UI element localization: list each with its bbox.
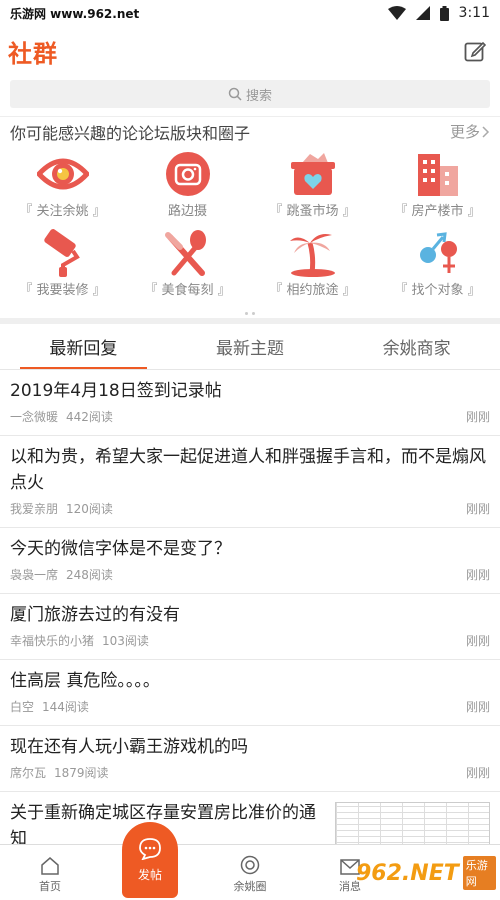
watermark-sub: 乐游网	[462, 856, 496, 890]
post-title: 现在还有人玩小霸王游戏机的吗	[10, 737, 248, 757]
list-item[interactable]: 以和为贵，希望大家一起促进道人和胖强握手言和，而不是煽风点火 我爱亲朋 120阅读…	[0, 436, 500, 528]
forum-item-real-estate[interactable]: 『 房产楼市 』	[375, 146, 500, 225]
chat-bubble-icon	[139, 837, 161, 860]
nav-yuyao-circle[interactable]: 余姚圈	[200, 845, 300, 900]
forum-item-travel[interactable]: 『 相约旅途 』	[250, 225, 375, 304]
post-author: 白空	[10, 700, 35, 714]
forum-item-label: 『 我要装修 』	[19, 283, 106, 298]
wifi-icon	[387, 6, 406, 20]
post-title: 以和为贵，希望大家一起促进道人和胖强握手言和，而不是煽风点火	[10, 447, 486, 493]
watermark: 962.NET 乐游网	[356, 848, 496, 898]
forum-item-dating[interactable]: 『 找个对象 』	[375, 225, 500, 304]
search-icon	[228, 87, 242, 101]
tab-latest-replies[interactable]: 最新回复	[0, 324, 167, 369]
search-input[interactable]: 搜索	[10, 80, 490, 108]
list-item[interactable]: 2019年4月18日签到记录帖 一念微暖 442阅读 刚刚	[0, 370, 500, 436]
camera-icon	[165, 152, 210, 196]
interests-heading: 你可能感兴趣的论论坛版块和圈子	[10, 123, 251, 143]
list-item[interactable]: 今天的微信字体是不是变了？ 袅袅一席 248阅读 刚刚	[0, 528, 500, 594]
app-header: 社群	[0, 26, 500, 76]
palm-tree-icon	[289, 234, 335, 277]
forum-item-label: 『 相约旅途 』	[269, 283, 356, 298]
post-author: 袅袅一席	[10, 568, 59, 582]
post-list: 2019年4月18日签到记录帖 一念微暖 442阅读 刚刚 以和为贵，希望大家一起促…	[0, 370, 500, 868]
page-title: 社群	[8, 39, 58, 68]
edit-icon	[464, 41, 486, 62]
forum-item-renovation[interactable]: 『 我要装修 』	[0, 225, 125, 304]
post-time: 刚刚	[465, 410, 490, 424]
cellular-signal-icon	[415, 6, 430, 20]
list-item[interactable]: 住高层 真危险。。。。 白空 144阅读 刚刚	[0, 660, 500, 726]
post-author: 我爱亲朋	[10, 502, 59, 516]
post-time: 刚刚	[465, 634, 490, 648]
post-time: 刚刚	[465, 568, 490, 582]
utensils-icon	[164, 230, 206, 276]
post-reads: 144阅读	[42, 700, 89, 714]
post-reads: 248阅读	[66, 568, 113, 582]
watermark-number: 962.NET	[356, 860, 459, 886]
more-label: 更多	[449, 123, 480, 141]
forum-item-focus-yuyao[interactable]: 『 关注余姚 』	[0, 146, 125, 225]
status-source-text: 乐游网 www.962.net	[10, 6, 140, 21]
search-placeholder: 搜索	[245, 88, 272, 104]
chevron-right-icon	[482, 125, 490, 138]
forum-item-label: 『 美食每刻 』	[144, 283, 231, 298]
nav-home-label: 首页	[39, 880, 61, 893]
battery-icon	[439, 5, 449, 21]
forum-item-label: 路边摄	[167, 204, 207, 219]
new-post-label: 发帖	[137, 867, 162, 882]
forum-item-label: 『 房产楼市 』	[394, 204, 481, 219]
status-time: 3:11	[458, 5, 490, 21]
building-icon	[417, 154, 458, 196]
interests-header: 你可能感兴趣的论论坛版块和圈子 更多	[0, 116, 500, 146]
list-item[interactable]: 厦门旅游去过的有没有 幸福快乐的小猪 103阅读 刚刚	[0, 594, 500, 660]
forum-item-label: 『 跳蚤市场 』	[269, 204, 356, 219]
circle-icon	[240, 855, 260, 875]
pager-dots	[0, 308, 500, 318]
eye-icon	[36, 158, 89, 190]
post-author: 一念微暖	[10, 410, 59, 424]
forum-item-label: 『 关注余姚 』	[19, 204, 106, 219]
interests-grid: 『 关注余姚 』 路边摄 『 跳蚤市场 』 『 房产楼市 』 『 我要装修 』 …	[0, 146, 500, 308]
post-title: 2019年4月18日签到记录帖	[10, 381, 222, 401]
feed-tabs: 最新回复 最新主题 余姚商家	[0, 324, 500, 370]
compose-button[interactable]	[462, 38, 488, 64]
nav-home[interactable]: 首页	[0, 845, 100, 900]
gender-icon	[419, 232, 457, 273]
post-time: 刚刚	[465, 502, 490, 516]
post-time: 刚刚	[465, 700, 490, 714]
basket-icon	[290, 153, 335, 195]
post-author: 幸福快乐的小猪	[10, 634, 95, 648]
tab-latest-topics[interactable]: 最新主题	[167, 324, 334, 369]
more-link[interactable]: 更多	[450, 121, 490, 142]
list-item[interactable]: 现在还有人玩小霸王游戏机的吗 席尔瓦 1879阅读 刚刚	[0, 726, 500, 792]
post-author: 席尔瓦	[10, 766, 47, 780]
search-bar-container: 搜索	[0, 76, 500, 116]
new-post-button[interactable]: 发帖	[122, 822, 178, 898]
tab-yuyao-merchants[interactable]: 余姚商家	[333, 324, 500, 369]
forum-item-flea-market[interactable]: 『 跳蚤市场 』	[250, 146, 375, 225]
status-bar: 乐游网 www.962.net 3:11	[0, 0, 500, 26]
post-title: 今天的微信字体是不是变了？	[10, 539, 231, 559]
forum-item-food[interactable]: 『 美食每刻 』	[125, 225, 250, 304]
post-title: 厦门旅游去过的有没有	[10, 605, 180, 625]
nav-circle-label: 余姚圈	[233, 880, 267, 893]
post-reads: 120阅读	[66, 502, 113, 516]
forum-item-street-photo[interactable]: 路边摄	[125, 146, 250, 225]
post-time: 刚刚	[465, 766, 490, 780]
paint-roller-icon	[43, 229, 80, 277]
home-icon	[41, 857, 59, 875]
post-reads: 1879阅读	[54, 766, 109, 780]
forum-item-label: 『 找个对象 』	[394, 283, 481, 298]
post-title: 住高层 真危险。。。。	[10, 671, 160, 691]
post-reads: 442阅读	[66, 410, 113, 424]
post-reads: 103阅读	[102, 634, 149, 648]
